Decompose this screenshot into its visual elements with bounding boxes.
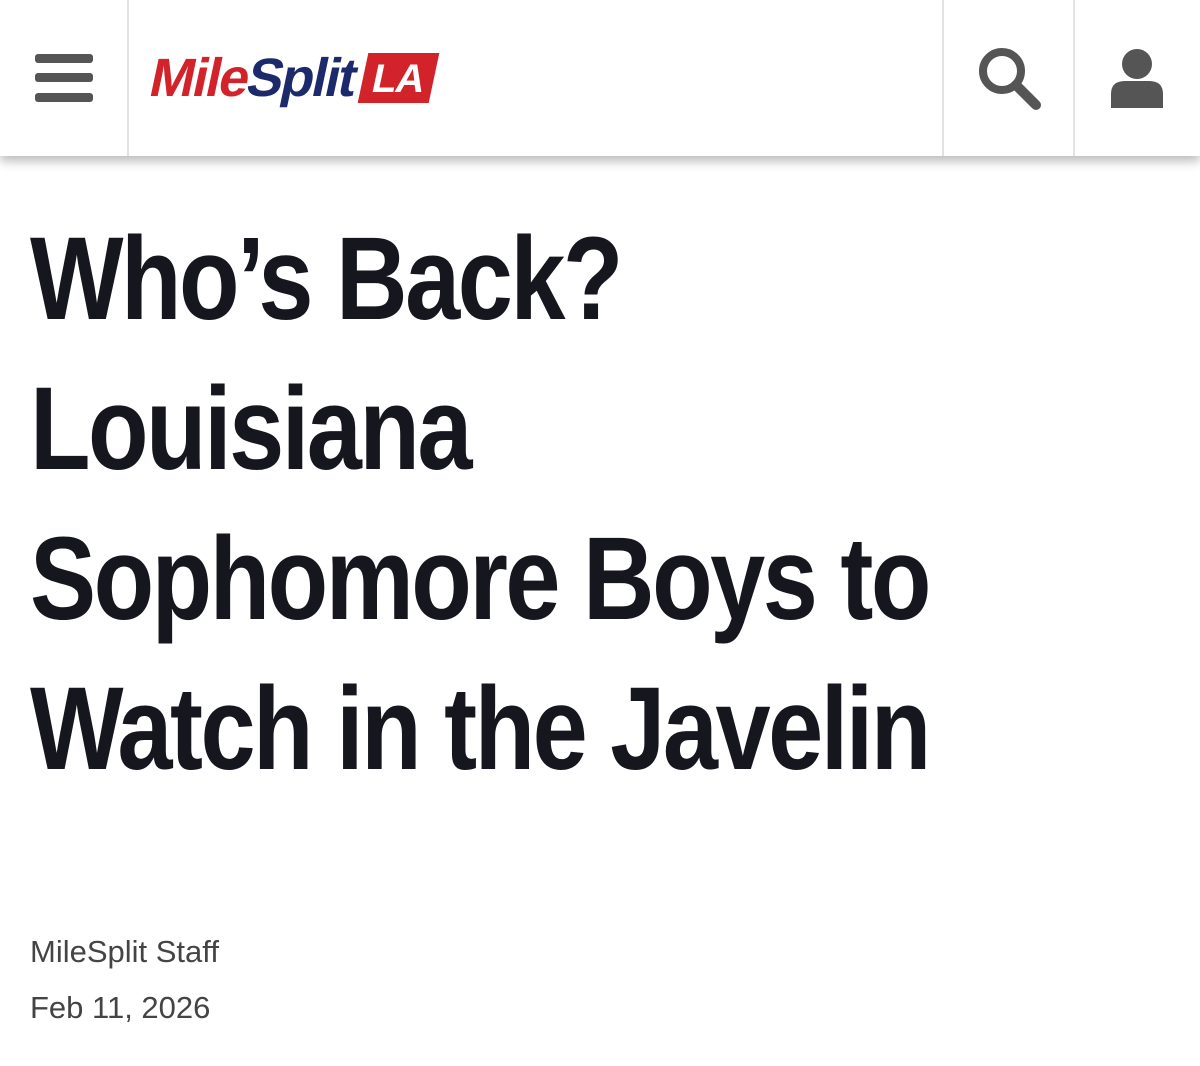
site-logo-link[interactable]: Mile Split LA [129, 0, 942, 156]
account-button[interactable] [1073, 0, 1200, 156]
article-date: Feb 11, 2026 [30, 990, 211, 1025]
site-header: Mile Split LA [0, 0, 1200, 156]
milesplit-la-logo: Mile Split LA [144, 48, 440, 108]
user-icon [1110, 49, 1163, 108]
search-button[interactable] [942, 0, 1075, 156]
menu-button[interactable] [0, 0, 129, 156]
headline-line: Who’s Back? [30, 213, 623, 345]
article-headline: Who’s Back? Louisiana Sophomore Boys to … [30, 204, 996, 804]
headline-line: Watch in the Javelin [30, 663, 931, 795]
logo-state-badge: LA [357, 53, 440, 103]
article-author[interactable]: MileSplit Staff [30, 930, 219, 974]
page: Mile Split LA Who’s Back? Louisiana Soph… [0, 0, 1200, 1066]
headline-line: Sophomore Boys to [30, 513, 931, 645]
logo-text-split: Split [241, 48, 362, 108]
hamburger-menu-icon [34, 54, 93, 102]
logo-text-mile: Mile [144, 48, 255, 108]
headline-line: Louisiana [30, 363, 472, 495]
search-icon [978, 48, 1041, 110]
